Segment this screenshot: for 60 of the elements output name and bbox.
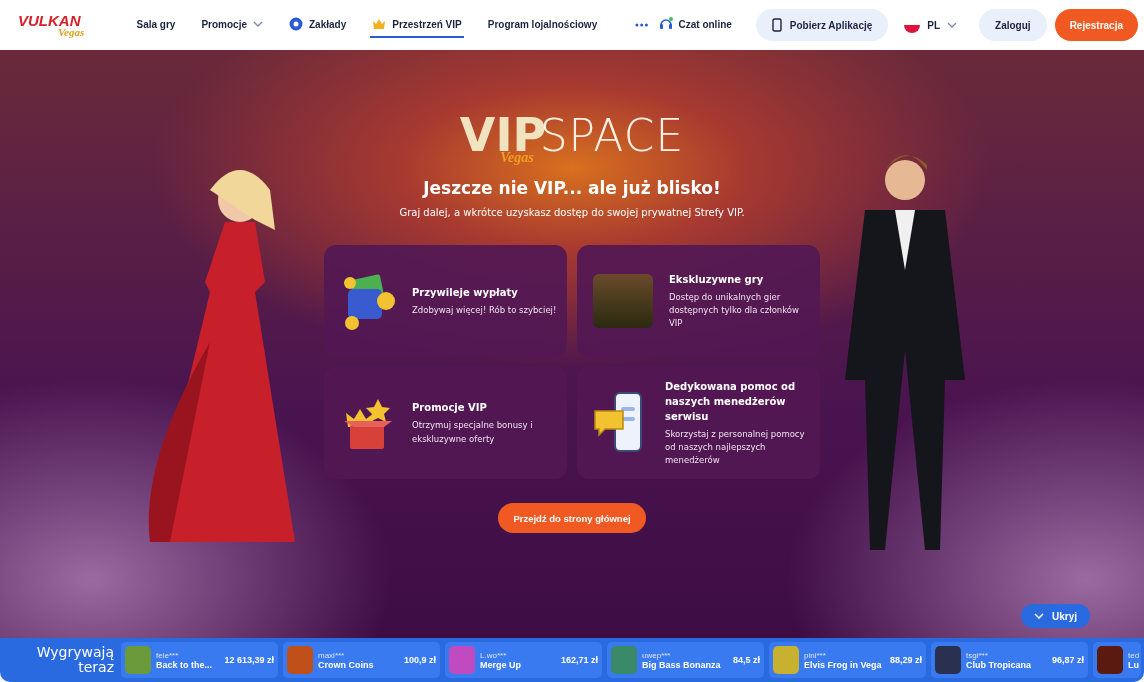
ball-icon xyxy=(289,17,303,31)
hero-subtitle: Graj dalej, a wkrótce uzyskasz dostęp do swojej prywatnej Strefy VIP. xyxy=(399,207,745,218)
game-thumbnail xyxy=(593,274,653,328)
phone-icon xyxy=(771,18,782,32)
win-amount: 100,9 zł xyxy=(403,655,436,665)
winner-card[interactable]: ted Lu xyxy=(1093,642,1142,678)
player-name: pini*** xyxy=(804,650,827,660)
chevron-down-icon xyxy=(947,22,958,28)
chat-link[interactable]: Czat online xyxy=(656,12,734,38)
card-title: Przywileje wypłaty xyxy=(412,285,519,300)
player-name: maxi*** xyxy=(318,650,346,660)
card-title: Ekskluzywne gry xyxy=(669,272,765,287)
nav-link[interactable]: Program lojalnościowy xyxy=(485,12,600,38)
winner-card[interactable]: maxi*** Crown Coins 100,9 zł xyxy=(283,642,440,678)
hide-button[interactable]: Ukryj xyxy=(1021,604,1090,628)
win-amount: 84,5 zł xyxy=(732,655,760,665)
game-name: Club Tropicana xyxy=(966,659,1032,670)
nav-link[interactable]: Zakłady xyxy=(287,12,349,38)
card-description: Skorzystaj z personalnej pomocy od naszych najlepszych menedżerów xyxy=(665,427,806,468)
winner-card[interactable]: L.wo*** Merge Up 162,71 zł xyxy=(445,642,602,678)
chevron-down-icon xyxy=(1034,613,1044,619)
winners-label: Wygrywają teraz xyxy=(35,644,115,676)
game-name: Lu xyxy=(1128,659,1140,670)
login-button[interactable]: Zaloguj xyxy=(979,9,1047,41)
winner-card[interactable]: fele*** Back to the... 12 613,39 zł xyxy=(121,642,278,678)
win-amount: 12 613,39 zł xyxy=(224,655,274,665)
nav-link[interactable]: Przestrzeń VIP xyxy=(370,12,464,38)
nav-link[interactable]: Sala gry xyxy=(134,12,178,38)
player-name: fele*** xyxy=(156,650,180,660)
game-name: Back to the... xyxy=(156,659,213,670)
headset-icon xyxy=(658,17,673,31)
game-name: Crown Coins xyxy=(318,659,375,670)
card-description: Dostęp do unikalnych gier dostępnych tylko dla członków VIP xyxy=(669,290,800,331)
hero-title: Jeszcze nie VIP... ale już blisko! xyxy=(423,178,721,198)
player-name: tsgi*** xyxy=(966,650,989,660)
game-name: Merge Up xyxy=(480,659,522,670)
player-name: L.wo*** xyxy=(480,650,508,660)
home-page-button[interactable]: Przejdź do strony głównej xyxy=(498,503,646,533)
winner-card[interactable]: uwep*** Big Bass Bonanza 84,5 zł xyxy=(607,642,764,678)
card-title: Promocje VIP xyxy=(412,401,488,416)
card-description: Otrzymuj specjalne bonusy i ekskluzywne oferty xyxy=(412,419,534,446)
nav-link[interactable]: Promocje xyxy=(199,12,265,38)
language-selector[interactable]: PL xyxy=(900,9,962,41)
register-button[interactable]: Rejestracja xyxy=(1054,9,1138,41)
card-title: Dedykowana pomoc od naszych menedżerów serwisu xyxy=(665,379,797,424)
game-name: Big Bass Bonanza xyxy=(642,659,722,670)
card-description: Zdobywaj więcej! Rób to szybciej! xyxy=(412,303,557,317)
more-icon xyxy=(635,23,649,27)
download-app-button[interactable]: Pobierz Aplikację xyxy=(755,9,889,41)
winner-card[interactable]: tsgi*** Club Tropicana 96,87 zł xyxy=(931,642,1088,678)
win-amount: 88,29 zł xyxy=(889,655,922,665)
crown-icon xyxy=(372,18,387,30)
win-amount: 96,87 zł xyxy=(1051,655,1084,665)
chevron-down-icon xyxy=(253,21,263,27)
game-name: Elvis Frog in Vega xyxy=(804,659,883,670)
player-name: ted xyxy=(1128,650,1140,660)
flag-icon xyxy=(904,17,921,33)
win-amount: 162,71 zł xyxy=(560,655,598,665)
player-name: uwep*** xyxy=(642,650,672,660)
brand-logo-text[interactable]: VULKAN xyxy=(18,12,123,29)
